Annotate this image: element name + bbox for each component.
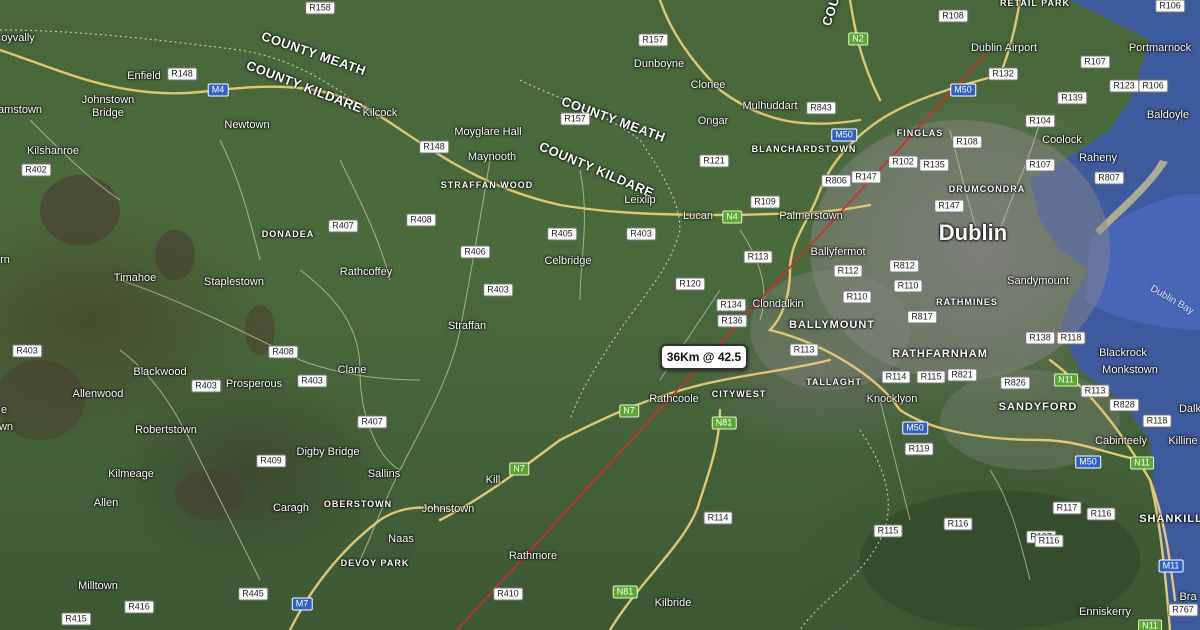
- road-shield: R407: [328, 219, 358, 233]
- measurement-distance-label[interactable]: 36Km @ 42.5: [660, 344, 748, 370]
- road-shield: R403: [12, 344, 42, 358]
- road-shield: R117: [1052, 501, 1082, 515]
- road-shield-national: N11: [1054, 373, 1078, 387]
- road-shield: R120: [675, 277, 705, 291]
- road-shield: R114: [881, 370, 911, 384]
- road-shield: R812: [889, 259, 919, 273]
- road-shield: R139: [1057, 91, 1087, 105]
- road-shield: R403: [191, 379, 221, 393]
- road-shield: R108: [938, 9, 968, 23]
- bog-patch: [0, 360, 85, 440]
- road-shield: R106: [1138, 79, 1168, 93]
- road-shield: R408: [268, 345, 298, 359]
- road-shield-motorway: M11: [1158, 559, 1184, 573]
- road-shield: R806: [821, 174, 851, 188]
- road-shield: R123: [1109, 79, 1139, 93]
- road-shield: R408: [406, 213, 436, 227]
- road-shield: R148: [419, 140, 449, 154]
- bog-patch: [155, 230, 195, 280]
- n2-road: [848, 0, 882, 102]
- road-shield: R445: [238, 587, 268, 601]
- road-shield: R403: [297, 374, 327, 388]
- road-shield-motorway: M7: [291, 597, 313, 611]
- road-shield: R402: [21, 163, 51, 177]
- road-shield: R112: [833, 264, 863, 278]
- road-shield: R415: [61, 612, 91, 626]
- road-shield: R115: [916, 370, 946, 384]
- n7-road: [438, 358, 832, 522]
- road-shield-national: N11: [1130, 456, 1154, 470]
- road-shield: R109: [750, 195, 780, 209]
- road-shield: R102: [888, 155, 918, 169]
- road-shield: R113: [789, 343, 819, 357]
- road-shield: R114: [703, 511, 733, 525]
- bog-patch: [40, 175, 120, 245]
- road-shield: R158: [305, 1, 335, 15]
- road-shield: R410: [493, 587, 523, 601]
- road-shield: R767: [1168, 603, 1198, 617]
- road-shield: R148: [167, 67, 197, 81]
- road-shield-motorway: M50: [1075, 455, 1101, 469]
- road-shield: R403: [483, 283, 513, 297]
- road-shield: R136: [717, 314, 747, 328]
- road-shield: R115: [873, 524, 903, 538]
- road-shield: R138: [1025, 331, 1055, 345]
- road-shield-motorway: M50: [950, 83, 976, 97]
- map-view[interactable]: COUNTY MEATH COUNTY KILDARE COUNTY MEATH…: [0, 0, 1200, 630]
- road-shield-motorway: M50: [902, 421, 928, 435]
- road-shield: R147: [851, 170, 881, 184]
- road-shield: R817: [907, 310, 937, 324]
- road-shield: R147: [934, 199, 964, 213]
- road-shield: R132: [988, 67, 1018, 81]
- road-shield: R106: [1155, 0, 1185, 13]
- road-shield: R157: [638, 33, 668, 47]
- road-shield: R118: [1056, 331, 1086, 345]
- road-shield: R843: [806, 101, 836, 115]
- road-shield: R113: [743, 250, 773, 264]
- road-shield: R113: [1080, 384, 1110, 398]
- road-shield: R104: [1025, 114, 1055, 128]
- road-shield: R110: [893, 279, 923, 293]
- road-shield-national: N81: [711, 416, 737, 430]
- road-shield: R406: [460, 245, 490, 259]
- road-shield-national: N81: [612, 585, 638, 599]
- road-shield-national: N11: [1138, 619, 1162, 630]
- road-shield-national: N7: [619, 404, 639, 418]
- road-shield: R116: [1034, 534, 1064, 548]
- road-shield-national: N4: [722, 210, 742, 224]
- road-shield: R118: [1142, 414, 1172, 428]
- map-base-layer: [0, 0, 1200, 630]
- road-shield: R119: [904, 442, 934, 456]
- road-shield: R121: [699, 154, 729, 168]
- road-shield: R826: [1000, 376, 1030, 390]
- road-shield: R405: [547, 227, 577, 241]
- road-shield: R108: [952, 135, 982, 149]
- m1-road: [998, 0, 1022, 77]
- road-shield: R110: [842, 290, 872, 304]
- road-shield: R807: [1094, 171, 1124, 185]
- road-shield: R416: [124, 600, 154, 614]
- road-shield-motorway: M50: [831, 128, 857, 142]
- road-shield: R107: [1025, 158, 1055, 172]
- road-shield: R409: [256, 454, 286, 468]
- road-shield: R828: [1109, 398, 1139, 412]
- road-shield: R134: [716, 298, 746, 312]
- road-shield: R407: [357, 415, 387, 429]
- m4-road: [0, 48, 872, 217]
- road-shield: R116: [1086, 507, 1116, 521]
- road-shield: R107: [1080, 55, 1110, 69]
- road-shield: R157: [560, 112, 590, 126]
- road-shield-national: N2: [848, 32, 868, 46]
- road-shield: R135: [919, 158, 949, 172]
- road-shield-national: N7: [509, 462, 529, 476]
- road-shield: R116: [943, 517, 973, 531]
- road-shield: R403: [626, 227, 656, 241]
- bog-patch: [175, 470, 245, 520]
- road-shield: R821: [947, 368, 977, 382]
- road-shield-motorway: M4: [207, 83, 229, 97]
